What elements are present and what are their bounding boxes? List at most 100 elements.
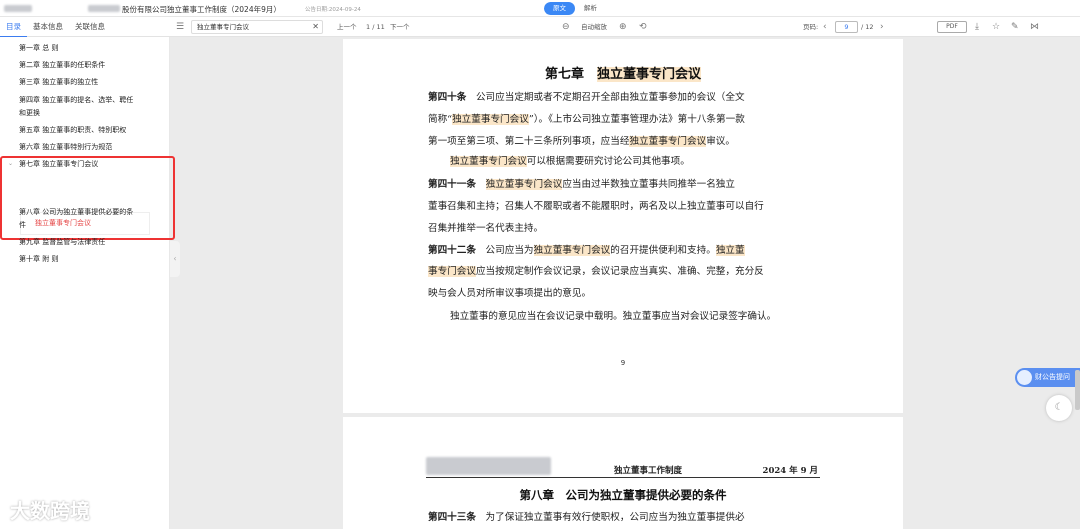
line-text: 映与会人员对所审议事项提出的意见。 [428, 288, 592, 299]
next-match-button[interactable]: 下一个 [390, 17, 410, 37]
list-icon[interactable]: ☰ [176, 17, 184, 37]
document-title: 股份有限公司独立董事工作制度（2024年9月） [122, 5, 281, 14]
search-hit: 独立董事专门会议 [629, 136, 707, 147]
line-text: 为了保证独立董事有效行使职权，公司应当为独立董事提供必 [475, 512, 745, 523]
zoom-out-icon[interactable]: ⊖ [562, 17, 570, 37]
toc-item-ch10[interactable]: 第十章 附 则 [19, 254, 58, 265]
chapter-prefix: 第七章 [544, 67, 584, 82]
line-text: 审议。 [706, 136, 735, 147]
chapter-title: 第七章 独立董事专门会议 [343, 63, 903, 82]
search-hit: 独立董 [715, 245, 745, 256]
toc-sidebar: 第一章 总 则 第二章 独立董事的任职条件 第三章 独立董事的独立性 第四章 独… [0, 37, 175, 529]
line-text: 公司应当定期或者不定期召开全部由独立董事参加的会议（全文 [466, 92, 745, 103]
search-input[interactable]: 独立董事专门会议 ✕ [191, 20, 323, 34]
robot-avatar-icon [1017, 370, 1032, 385]
page-total: / 12 [861, 23, 874, 31]
top-bar: 股份有限公司独立董事工作制度（2024年9月） 公告日期:2024-09-24 … [0, 0, 1080, 17]
tab-basic-info[interactable]: 基本信息 [27, 17, 69, 37]
search-hit: 独立董事专门会议 [452, 114, 529, 125]
search-value: 独立董事专门会议 [197, 23, 249, 31]
toc-item-ch9[interactable]: 第九章 监督监管与法律责任 [19, 237, 105, 248]
line-text: 公司应当为 [475, 245, 534, 256]
toc-item-ch3[interactable]: 第三章 独立董事的独立性 [19, 77, 98, 88]
clear-search-icon[interactable]: ✕ [312, 21, 319, 33]
search-hit: 独立董事专门会议 [533, 245, 611, 256]
ai-assistant-button[interactable]: 财公告提问 [1015, 368, 1080, 387]
tab-related-info[interactable]: 关联信息 [69, 17, 111, 37]
toc-item-ch8-cont[interactable]: 件 [19, 220, 26, 231]
chevron-right-icon[interactable]: › [880, 17, 884, 37]
toc-item-ch4[interactable]: 第四章 独立董事的提名、选举、聘任 [19, 95, 133, 106]
line-text: 应当按规定制作会议记录，会议记录应当真实、准确、完整，充分反 [475, 266, 764, 277]
paragraph-line: 第四十三条 为了保证独立董事有效行使职权，公司应当为独立董事提供必 [428, 511, 745, 525]
auto-zoom-select[interactable]: 自动缩放 [581, 17, 607, 37]
article-number: 第四十三条 [428, 512, 476, 523]
page-label: 页码: [803, 23, 819, 31]
publish-date: 公告日期:2024-09-24 [305, 7, 361, 13]
header-title: 独立董事工作制度 [614, 466, 683, 476]
scrollbar[interactable] [1075, 370, 1080, 410]
line-text: 应当由过半数独立董事共同推举一名独立 [562, 179, 735, 190]
share-icon[interactable]: ⋈ [1030, 17, 1039, 37]
chapter-name: 独立董事专门会议 [597, 67, 702, 82]
toolbar: 目录 基本信息 关联信息 ☰ 独立董事专门会议 ✕ 上一个 1 / 11 下一个… [0, 17, 1080, 37]
tab-toc[interactable]: 目录 [0, 17, 27, 37]
paragraph-line: 简称“独立董事专门会议”）。《上市公司独立董事管理办法》第十八条第一款 [428, 113, 745, 127]
highlight-box [0, 156, 175, 240]
line-text: 的召开提供便利和支持。 [610, 245, 716, 256]
search-hit: 独立董事专门会议 [450, 156, 527, 167]
pdf-label: PDF [946, 23, 958, 30]
paragraph-line: 独立董事专门会议可以根据需要研究讨论公司其他事项。 [450, 155, 690, 169]
line-text: ”）。《上市公司独立董事管理办法》第十八条第一款 [528, 114, 745, 125]
blurred-company [88, 5, 120, 12]
article-number: 第四十一条 [428, 179, 476, 190]
note-icon[interactable]: ✎ [1011, 17, 1019, 37]
view-toggle[interactable]: 原文 解析 [544, 2, 606, 15]
toc-item-ch1[interactable]: 第一章 总 则 [19, 43, 58, 54]
toc-item-ch8[interactable]: 第八章 公司为独立董事提供必要的条 [19, 207, 133, 218]
blurred-logo [4, 5, 32, 12]
paragraph-line: 第四十条 公司应当定期或者不定期召开全部由独立董事参加的会议（全文 [428, 91, 745, 105]
line-text [476, 179, 486, 190]
tab-analysis[interactable]: 解析 [575, 2, 606, 15]
line-text: 董事召集和主持；召集人不履职或者不能履职时，两名及以上独立董事可以自行 [428, 201, 764, 212]
match-count: 1 / 11 [366, 23, 385, 31]
page-input[interactable]: 9 [835, 21, 858, 33]
pdf-button[interactable]: PDF [937, 21, 967, 33]
line-text: 可以根据需要研究讨论公司其他事项。 [526, 156, 690, 167]
assistant-label: 财公告提问 [1035, 373, 1070, 381]
article-number: 第四十条 [428, 92, 467, 103]
download-icon[interactable]: ⤓ [975, 17, 979, 37]
toc-item-ch5[interactable]: 第五章 独立董事的职责、特别职权 [19, 125, 126, 136]
collapse-sidebar-button[interactable]: ‹ [170, 241, 180, 277]
toc-item-ch4-cont[interactable]: 和更换 [19, 108, 40, 119]
line-text: 第一项至第三项、第二十三条所列事项，应当经 [428, 136, 630, 147]
star-icon[interactable]: ☆ [992, 17, 1000, 37]
rotate-icon[interactable]: ⟲ [639, 17, 647, 37]
line-text: 独立董事的意见应当在会议记录中载明。独立董事应当对会议记录签字确认。 [450, 311, 777, 322]
paragraph-line: 独立董事的意见应当在会议记录中载明。独立董事应当对会议记录签字确认。 [450, 310, 776, 324]
toc-item-ch2[interactable]: 第二章 独立董事的任职条件 [19, 60, 105, 71]
search-hit: 独立董事专门会议 [485, 179, 563, 190]
zoom-in-icon[interactable]: ⊕ [619, 17, 627, 37]
chevron-left-icon[interactable]: ‹ [823, 17, 827, 37]
page-header: 独立董事工作制度 2024 年 9 月 [426, 462, 820, 478]
toc-item-ch6[interactable]: 第六章 独立董事特别行为规范 [19, 142, 112, 153]
watermark-logo: 大数跨境 [10, 499, 90, 523]
header-date: 2024 年 9 月 [762, 466, 818, 476]
paragraph-line: 第四十一条 独立董事专门会议应当由过半数独立董事共同推举一名独立 [428, 178, 735, 192]
paragraph-line: 第四十二条 公司应当为独立董事专门会议的召开提供便利和支持。独立董 [428, 244, 745, 258]
paragraph-line: 第一项至第三项、第二十三条所列事项，应当经独立董事专门会议审议。 [428, 135, 735, 149]
document-page-10: 独立董事工作制度 2024 年 9 月 第八章 公司为独立董事提供必要的条件 第… [343, 417, 903, 529]
article-number: 第四十二条 [428, 245, 476, 256]
moon-icon[interactable]: ☾ [1046, 395, 1072, 421]
tab-original[interactable]: 原文 [544, 2, 575, 15]
line-text: 简称“ [428, 114, 453, 125]
search-hit: 事专门会议 [428, 266, 476, 277]
paragraph-line: 映与会人员对所审议事项提出的意见。 [428, 287, 591, 301]
paragraph-line: 董事召集和主持；召集人不履职或者不能履职时，两名及以上独立董事可以自行 [428, 200, 764, 214]
prev-match-button[interactable]: 上一个 [337, 17, 357, 37]
paragraph-line: 事专门会议应当按规定制作会议记录，会议记录应当真实、准确、完整，充分反 [428, 265, 764, 279]
page-number: 9 [620, 359, 626, 367]
sidebar-tabs: 目录 基本信息 关联信息 [0, 17, 111, 37]
